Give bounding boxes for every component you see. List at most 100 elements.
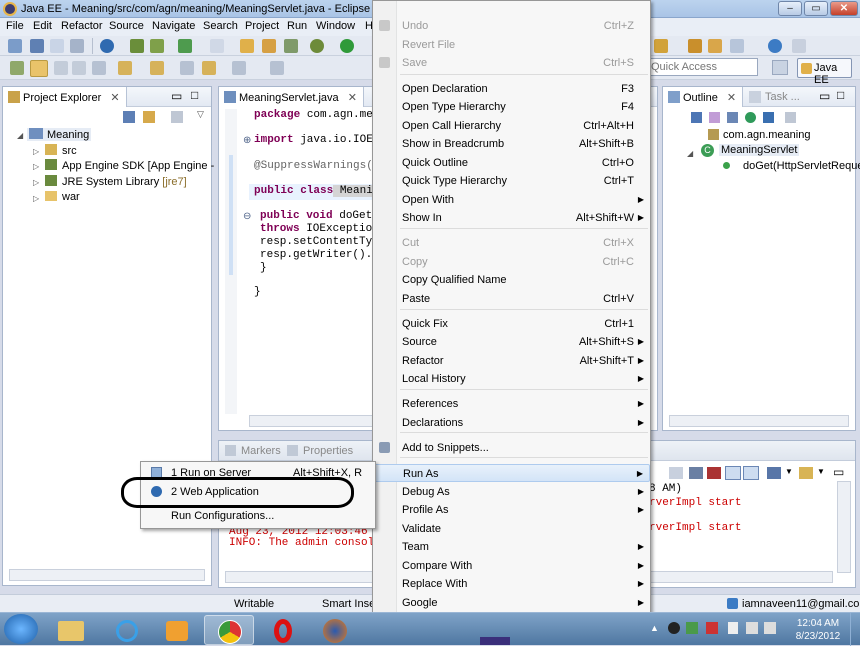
new-icon[interactable] [8, 39, 22, 53]
menu-item-copy[interactable]: Copy Ctrl+C [374, 253, 650, 271]
maximize-button[interactable]: ▭ [804, 1, 828, 16]
toolbar-icon-f[interactable] [72, 61, 86, 75]
open-task-icon[interactable] [262, 39, 276, 53]
minimize-view-icon[interactable]: ▭ [819, 89, 830, 103]
menu-item-declarations[interactable]: Declarations ▶ [374, 414, 650, 432]
taskbar-eclipse[interactable] [470, 615, 520, 645]
tray-icon-a[interactable] [668, 622, 680, 634]
menu-item-run-as[interactable]: Run As ▶ [374, 464, 650, 482]
remove-launch-icon[interactable] [707, 467, 721, 479]
tree-item-app-engine-sdk[interactable]: App Engine SDK [App Engine - 1. [45, 159, 227, 172]
clock-time[interactable]: 12:04 AM [788, 618, 848, 629]
hide-static-icon[interactable] [745, 112, 756, 123]
menu-item-refactor[interactable]: Refactor Alt+Shift+T ▶ [374, 352, 650, 370]
horizontal-scrollbar[interactable] [9, 569, 205, 581]
collapse-all-icon[interactable] [691, 112, 702, 123]
console-vertical-scrollbar[interactable] [837, 481, 851, 573]
tree-item-meaning[interactable]: Meaning [27, 128, 92, 141]
toolbar-icon-e[interactable] [54, 61, 68, 75]
collapse-all-icon[interactable] [123, 111, 135, 123]
display-console-chevron-icon[interactable]: ▼ [785, 467, 793, 476]
annotation-icon[interactable] [118, 61, 132, 75]
menu-search[interactable]: Search [203, 20, 238, 32]
deploy-icon[interactable] [130, 39, 144, 53]
word-wrap-icon[interactable] [743, 466, 759, 480]
collapse-triangle-icon[interactable]: ▷ [33, 162, 39, 171]
pin-icon[interactable] [730, 39, 744, 53]
menu-source[interactable]: Source [109, 20, 144, 32]
menu-item-profile-as[interactable]: Profile As ▶ [374, 501, 650, 519]
close-tab-icon[interactable]: ✕ [727, 92, 736, 104]
menu-edit[interactable]: Edit [33, 20, 52, 32]
view-menu-chevron-icon[interactable]: ▽ [197, 109, 204, 120]
scroll-lock-icon[interactable] [725, 466, 741, 480]
menu-item-open-type-hierarchy[interactable]: Open Type Hierarchy F4 [374, 98, 650, 116]
collapse-triangle-icon[interactable]: ▷ [33, 147, 39, 156]
tree-item-src[interactable]: src [45, 144, 77, 157]
menu-item-quick-type-hierarchy[interactable]: Quick Type Hierarchy Ctrl+T [374, 172, 650, 190]
menu-item-paste[interactable]: Paste Ctrl+V [374, 290, 650, 308]
fold-collapse-icon[interactable]: ⊖ [243, 211, 251, 222]
toolbar-icon-g[interactable] [92, 61, 106, 75]
menu-item-quick-fix[interactable]: Quick Fix Ctrl+1 [374, 315, 650, 333]
globe-icon[interactable] [768, 39, 782, 53]
tab-project-explorer[interactable]: Project Explorer ✕ [3, 87, 127, 107]
last-edit-icon[interactable] [202, 61, 216, 75]
folder-icon[interactable] [708, 39, 722, 53]
menu-refactor[interactable]: Refactor [61, 20, 103, 32]
outline-item-method[interactable]: doGet(HttpServletReque [743, 160, 860, 172]
tab-markers[interactable]: Markers [241, 445, 281, 457]
fold-expand-icon[interactable]: ⊕ [243, 135, 251, 146]
tray-icon-b[interactable] [686, 622, 698, 634]
console-icon[interactable] [669, 467, 683, 479]
minimize-view-icon[interactable]: ▭ [171, 89, 182, 103]
menu-item-show-in-breadcrumb[interactable]: Show in Breadcrumb Alt+Shift+B [374, 135, 650, 153]
google-icon[interactable] [100, 39, 114, 53]
close-tab-icon[interactable]: ✕ [110, 92, 119, 104]
menu-item-open-with[interactable]: Open With ▶ [374, 191, 650, 209]
menu-item-validate[interactable]: Validate [374, 520, 650, 538]
toolbar-icon-b[interactable] [654, 39, 668, 53]
outline-item-class[interactable]: MeaningServlet [719, 144, 800, 156]
toolbar-icon-d[interactable] [10, 61, 24, 75]
menu-run[interactable]: Run [287, 20, 307, 32]
open-perspective-icon[interactable] [772, 60, 788, 75]
menu-item-open-declaration[interactable]: Open Declaration F3 [374, 80, 650, 98]
menu-item-google[interactable]: Google ▶ [374, 594, 650, 612]
search-icon[interactable] [284, 39, 298, 53]
save-all-icon[interactable] [50, 39, 64, 53]
tab-properties[interactable]: Properties [303, 445, 353, 457]
menu-item-references[interactable]: References ▶ [374, 395, 650, 413]
menu-item-debug-as[interactable]: Debug As ▶ [374, 483, 650, 501]
network-icon[interactable] [746, 622, 758, 634]
menu-project[interactable]: Project [245, 20, 279, 32]
hide-fields-icon[interactable] [727, 112, 738, 123]
outline-horizontal-scrollbar[interactable] [669, 415, 849, 427]
taskbar-opera[interactable] [258, 615, 308, 645]
sort-icon[interactable] [709, 112, 720, 123]
open-type-icon[interactable] [240, 39, 254, 53]
maximize-view-icon[interactable]: □ [837, 88, 844, 102]
action-center-icon[interactable] [728, 622, 738, 634]
menu-item-local-history[interactable]: Local History ▶ [374, 370, 650, 388]
mark-occurrences-icon[interactable] [30, 60, 48, 77]
menu-item-quick-outline[interactable]: Quick Outline Ctrl+O [374, 154, 650, 172]
print-icon[interactable] [70, 39, 84, 53]
menu-item-revert-file[interactable]: Revert File [374, 36, 650, 54]
open-folder-icon[interactable] [688, 39, 702, 53]
quick-access-input[interactable]: Quick Access [646, 58, 758, 76]
expand-triangle-icon[interactable]: ◢ [687, 149, 693, 158]
outline-item-package[interactable]: com.agn.meaning [723, 129, 810, 141]
tab-outline[interactable]: Outline ✕ [663, 87, 744, 107]
open-console-chevron-icon[interactable]: ▼ [817, 467, 825, 476]
volume-icon[interactable] [764, 622, 776, 634]
menu-item-team[interactable]: Team ▶ [374, 538, 650, 556]
minimize-view-icon[interactable]: ▭ [833, 465, 844, 479]
run-icon[interactable] [340, 39, 354, 53]
menu-item-compare-with[interactable]: Compare With ▶ [374, 557, 650, 575]
expand-triangle-icon[interactable]: ◢ [17, 131, 23, 140]
collapse-triangle-icon[interactable]: ▷ [33, 194, 39, 203]
menu-item-undo[interactable]: Undo Ctrl+Z [374, 17, 650, 35]
taskbar-chrome[interactable] [204, 615, 254, 645]
close-button[interactable]: ✕ [830, 1, 858, 16]
